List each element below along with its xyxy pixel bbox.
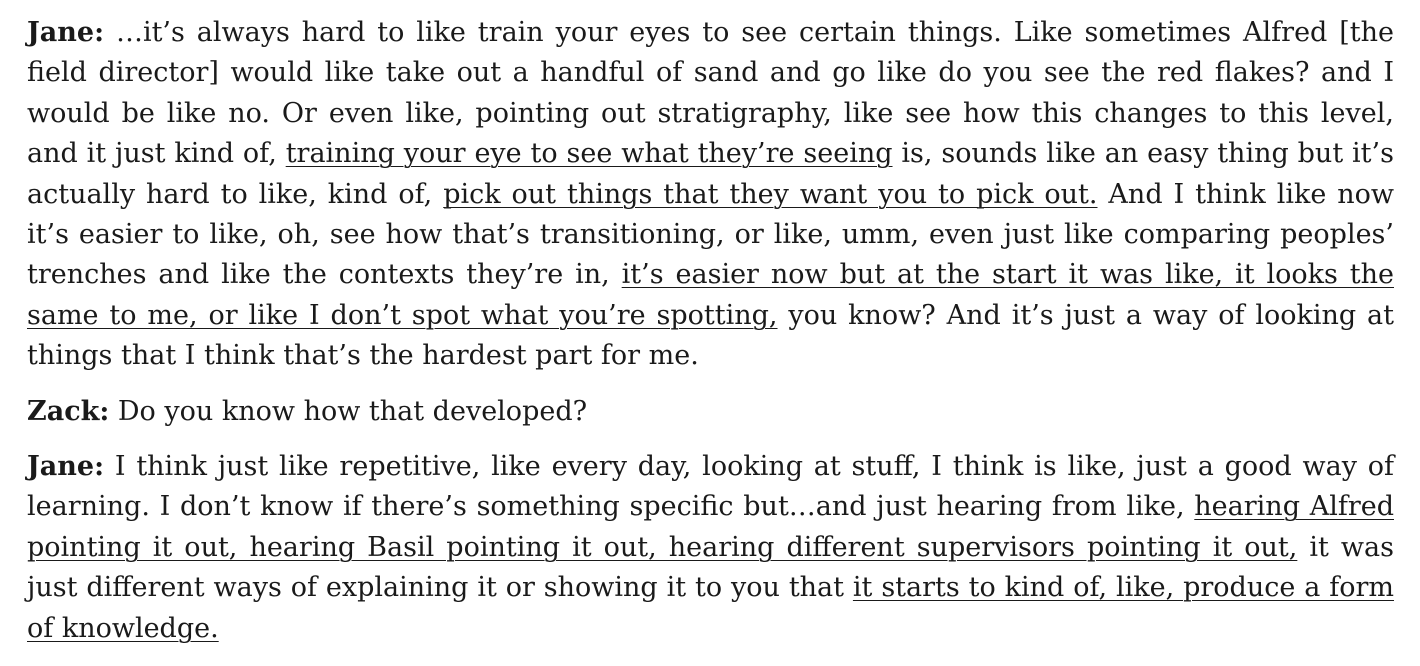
dialogue-turn: Zack: Do you know how that developed? [27,392,1394,432]
speaker-label: Zack: [27,395,110,427]
underlined-quote: pick out things that they want you to pi… [443,178,1098,210]
underlined-quote: training your eye to see what they’re se… [285,138,893,170]
dialogue-turn: Jane: …it’s always hard to like train yo… [27,13,1394,377]
transcript-excerpt: Jane: …it’s always hard to like train yo… [27,13,1394,649]
speaker-label: Jane: [27,17,105,48]
dialogue-text: I think just like repetitive, like every… [27,451,1394,523]
dialogue-text: Do you know how that developed? [109,395,588,427]
dialogue-turn: Jane: I think just like repetitive, like… [27,447,1394,649]
speaker-label: Jane: [27,451,105,483]
